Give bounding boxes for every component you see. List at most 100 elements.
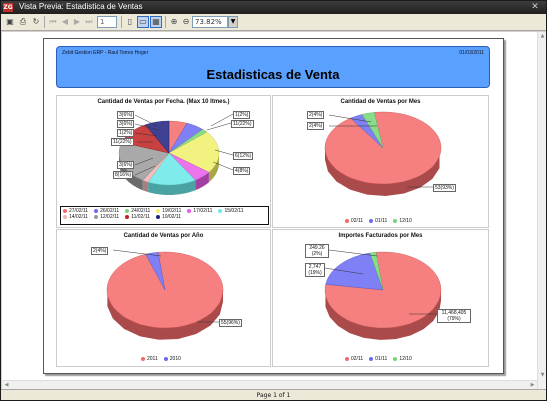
legend-swatch (187, 208, 192, 213)
data-label: 2,747 (19%) (305, 263, 325, 277)
data-label: 3(6%) (117, 111, 135, 119)
prev-page-icon[interactable]: ◀ (59, 16, 71, 28)
zoom-select[interactable]: 73.82% (192, 16, 228, 28)
legend-swatch (393, 356, 398, 361)
legend-swatch (155, 214, 160, 219)
legend-item: 10/02/11 (155, 214, 181, 220)
data-label: 2(4%) (91, 247, 109, 255)
legend-label: 02/11 (351, 356, 364, 362)
scroll-down-icon[interactable]: ▼ (538, 371, 547, 380)
legend-label: 15/02/11 (224, 208, 244, 214)
label-leader-line (206, 122, 232, 131)
legend-label: 01/11 (375, 356, 388, 362)
data-label: 2(4%) (307, 111, 325, 119)
legend-item: 01/11 (369, 218, 387, 224)
data-label: 3(6%) (117, 120, 135, 128)
data-label: 11(22%) (231, 120, 254, 128)
legend-item: 2011 (141, 356, 158, 362)
legend-label: 2010 (169, 356, 181, 362)
legend-item: 11/02/11 (125, 214, 150, 220)
legend-swatch (63, 208, 67, 213)
report-header: Zebit Gestion ERP - Raul Torres Hoger 01… (56, 46, 490, 88)
legend-label: 12/02/11 (100, 214, 120, 220)
data-label: 8(16%) (113, 171, 134, 179)
close-button[interactable]: ✕ (528, 2, 542, 13)
legend-item: 02/11 (345, 218, 363, 224)
chart-legend: 27/02/11 26/02/11 24/02/11 19/02/11 17/02/11… (60, 206, 269, 225)
legend-swatch (345, 218, 349, 223)
toolbar-separator (121, 16, 122, 28)
report-title: Estadisticas de Venta (206, 67, 340, 82)
page-number-input[interactable]: 1 (97, 16, 117, 28)
legend-swatch (156, 208, 161, 213)
data-label: 53(93%) (433, 184, 456, 192)
horizontal-scrollbar[interactable]: ◀ ▶ (2, 380, 537, 389)
chart-legend: 02/11 01/11 12/10 (345, 218, 418, 224)
last-page-icon[interactable]: ⏭ (83, 16, 95, 28)
chevron-down-icon[interactable]: ▼ (228, 16, 238, 28)
window-title: Vista Previa: Estadistica de Ventas (19, 2, 143, 11)
report-page: Zebit Gestion ERP - Raul Torres Hoger 01… (43, 38, 504, 374)
fit-width-icon[interactable]: ▭ (137, 16, 149, 28)
data-label: 11(22%) (111, 138, 134, 146)
legend-swatch (369, 356, 374, 361)
chart-panel-ventas-ano: Cantidad de Ventas por Año 2(4%) 55(96%)… (56, 229, 271, 367)
chart-panel-importes-mes: Importes Facturados por Mes 249.26 (2%) … (272, 229, 489, 367)
legend-item: 12/02/11 (94, 214, 119, 220)
status-bar: Page 1 of 1 (1, 389, 546, 400)
first-page-icon[interactable]: ⏮ (47, 16, 59, 28)
legend-item: 15/02/11 (218, 208, 244, 214)
legend-item: 2010 (163, 356, 181, 362)
preview-window: ZG Vista Previa: Estadistica de Ventas ✕… (0, 0, 547, 401)
next-page-icon[interactable]: ▶ (71, 16, 83, 28)
scroll-up-icon[interactable]: ▲ (538, 32, 547, 41)
label-leader-line (134, 114, 158, 127)
legend-item: 17/02/11 (187, 208, 212, 214)
vertical-scrollbar[interactable]: ▲ ▼ (537, 32, 546, 389)
legend-swatch (94, 214, 99, 219)
chart-panel-ventas-fecha: Cantidad de Ventas por Fecha. (Max 10 It… (56, 95, 271, 228)
legend-swatch (94, 208, 99, 213)
legend-label: 12/10 (399, 356, 412, 362)
label-leader-line (210, 113, 234, 127)
legend-swatch (125, 208, 130, 213)
legend-swatch (345, 356, 349, 361)
refresh-icon[interactable]: ↻ (30, 16, 42, 28)
data-label: 55(96%) (219, 319, 242, 327)
legend-label: 11/02/11 (131, 214, 150, 220)
print-icon[interactable]: ⎙ (17, 16, 29, 28)
data-label: 3(6%) (117, 161, 135, 169)
legend-item: 02/11 (345, 356, 363, 362)
pie-chart-ano (106, 249, 224, 340)
data-label: 2(4%) (307, 122, 325, 130)
data-label: 6(12%) (233, 152, 254, 160)
chart-panel-ventas-mes: Cantidad de Ventas por Mes 2(4%) 2(4%) 5… (272, 95, 489, 228)
legend-label: 2011 (147, 356, 158, 362)
data-label: 11,468,405 (79%) (437, 309, 471, 323)
single-page-icon[interactable]: ▯ (124, 16, 136, 28)
zoom-out-icon[interactable]: ⊖ (180, 16, 192, 28)
toolbar-separator (44, 16, 45, 28)
toolbar-separator (165, 16, 166, 28)
legend-item: 12/10 (393, 356, 412, 362)
report-date: 01/03/2011 (459, 50, 484, 56)
company-name: Zebit Gestion ERP - Raul Torres Hoger (62, 50, 149, 56)
legend-label: 12/10 (399, 218, 412, 224)
toolbar: ▣ ⎙ ↻ ⏮ ◀ ▶ ⏭ 1 ▯ ▭ ▦ ⊕ ⊖ 73.82% ▼ (1, 14, 546, 31)
legend-label: 17/02/11 (193, 208, 213, 214)
multi-page-icon[interactable]: ▦ (150, 16, 162, 28)
title-bar: ZG Vista Previa: Estadistica de Ventas ✕ (1, 1, 546, 14)
legend-swatch (63, 214, 67, 219)
save-icon[interactable]: ▣ (4, 16, 16, 28)
pie-chart-mes (324, 111, 442, 196)
legend-swatch (125, 214, 130, 219)
data-label: 1(2%) (117, 129, 135, 137)
legend-label: 01/11 (375, 218, 388, 224)
legend-swatch (163, 356, 168, 361)
data-label: 1(2%) (233, 111, 251, 119)
chart-legend: 2011 2010 (141, 356, 187, 362)
legend-label: 02/11 (351, 218, 364, 224)
zoom-in-icon[interactable]: ⊕ (168, 16, 180, 28)
legend-item: 01/11 (369, 356, 387, 362)
chart-legend: 02/11 01/11 12/10 (345, 356, 418, 362)
